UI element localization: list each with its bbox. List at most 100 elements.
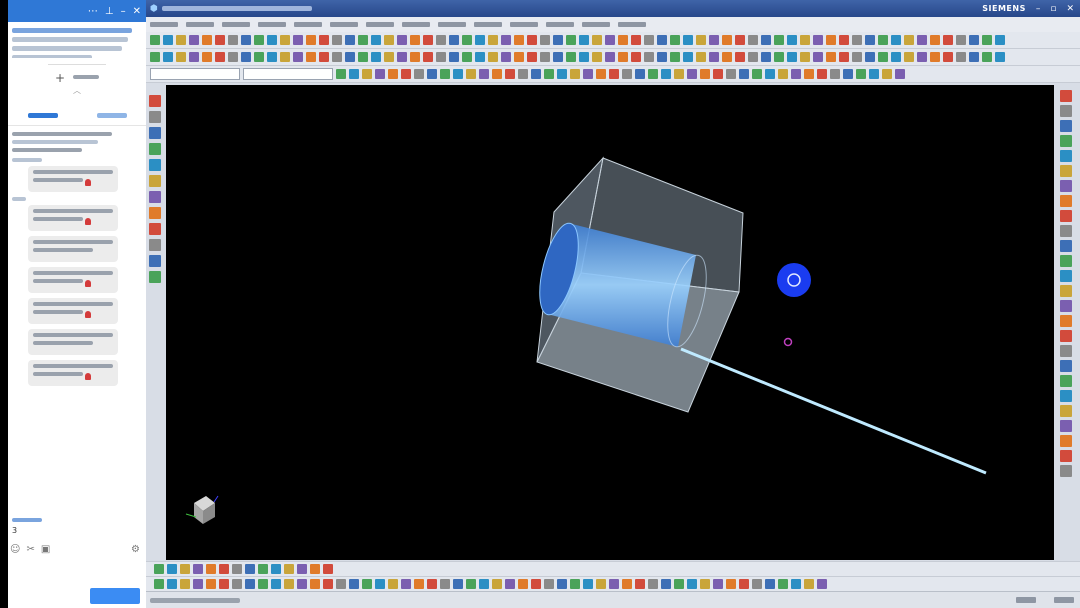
toolbar-button-icon[interactable]: [254, 35, 264, 45]
toolbar-button-icon[interactable]: [540, 35, 550, 45]
toolbar-button-icon[interactable]: [956, 52, 966, 62]
toolbar-button-icon[interactable]: [319, 35, 329, 45]
toolbar-button-icon[interactable]: [1060, 120, 1072, 132]
toolbar-button-icon[interactable]: [449, 52, 459, 62]
toolbar-button-icon[interactable]: [605, 52, 615, 62]
toolbar-button-icon[interactable]: [748, 52, 758, 62]
toolbar-button-icon[interactable]: [774, 35, 784, 45]
toolbar-button-icon[interactable]: [462, 35, 472, 45]
toolbar-button-icon[interactable]: [969, 52, 979, 62]
menu-item[interactable]: [402, 22, 430, 27]
toolbar-button-icon[interactable]: [176, 35, 186, 45]
menu-item[interactable]: [330, 22, 358, 27]
toolbar-button-icon[interactable]: [696, 52, 706, 62]
toolbar-button-icon[interactable]: [466, 579, 476, 589]
toolbar-button-icon[interactable]: [271, 564, 281, 574]
toolbar-button-icon[interactable]: [713, 579, 723, 589]
toolbar-button-icon[interactable]: [891, 52, 901, 62]
toolbar-button-icon[interactable]: [778, 579, 788, 589]
toolbar-button-icon[interactable]: [189, 52, 199, 62]
toolbar-button-icon[interactable]: [475, 35, 485, 45]
toolbar-button-icon[interactable]: [674, 69, 684, 79]
toolbar-button-icon[interactable]: [943, 52, 953, 62]
toolbar-button-icon[interactable]: [687, 579, 697, 589]
toolbar-button-icon[interactable]: [149, 207, 161, 219]
toolbar-button-icon[interactable]: [401, 579, 411, 589]
toolbar-button-icon[interactable]: [1060, 195, 1072, 207]
send-button[interactable]: [90, 588, 140, 604]
toolbar-button-icon[interactable]: [1060, 90, 1072, 102]
graphics-viewport[interactable]: [166, 85, 1054, 560]
toolbar-button-icon[interactable]: [800, 52, 810, 62]
toolbar-button-icon[interactable]: [778, 69, 788, 79]
toolbar-button-icon[interactable]: [206, 579, 216, 589]
tab-chat[interactable]: [27, 113, 58, 118]
toolbar-button-icon[interactable]: [752, 69, 762, 79]
toolbar-button-icon[interactable]: [258, 579, 268, 589]
toolbar-button-icon[interactable]: [492, 69, 502, 79]
toolbar-button-icon[interactable]: [149, 239, 161, 251]
maximize-icon[interactable]: ▫: [1050, 4, 1056, 14]
toolbar-button-icon[interactable]: [397, 52, 407, 62]
toolbar-button-icon[interactable]: [297, 564, 307, 574]
toolbar-button-icon[interactable]: [180, 564, 190, 574]
menu-item[interactable]: [186, 22, 214, 27]
menu-item[interactable]: [222, 22, 250, 27]
toolbar-button-icon[interactable]: [722, 35, 732, 45]
toolbar-button-icon[interactable]: [440, 579, 450, 589]
toolbar-button-icon[interactable]: [609, 579, 619, 589]
toolbar-button-icon[interactable]: [661, 579, 671, 589]
toolbar-button-icon[interactable]: [657, 52, 667, 62]
toolbar-button-icon[interactable]: [995, 35, 1005, 45]
minimize-icon[interactable]: –: [1036, 4, 1041, 14]
toolbar-button-icon[interactable]: [284, 564, 294, 574]
toolbar-button-icon[interactable]: [284, 579, 294, 589]
toolbar-button-icon[interactable]: [956, 35, 966, 45]
toolbar-button-icon[interactable]: [553, 35, 563, 45]
toolbar-button-icon[interactable]: [969, 35, 979, 45]
toolbar-button-icon[interactable]: [544, 69, 554, 79]
toolbar-button-icon[interactable]: [570, 69, 580, 79]
toolbar-button-icon[interactable]: [202, 52, 212, 62]
toolbar-button-icon[interactable]: [1060, 360, 1072, 372]
toolbar-button-icon[interactable]: [410, 52, 420, 62]
toolbar-button-icon[interactable]: [644, 35, 654, 45]
toolbar-button-icon[interactable]: [592, 52, 602, 62]
toolbar-button-icon[interactable]: [388, 69, 398, 79]
toolbar-button-icon[interactable]: [219, 579, 229, 589]
toolbar-button-icon[interactable]: [618, 52, 628, 62]
toolbar-button-icon[interactable]: [904, 35, 914, 45]
toolbar-button-icon[interactable]: [813, 35, 823, 45]
toolbar-button-icon[interactable]: [297, 579, 307, 589]
toolbar-button-icon[interactable]: [930, 52, 940, 62]
toolbar-button-icon[interactable]: [306, 35, 316, 45]
toolbar-button-icon[interactable]: [882, 69, 892, 79]
toolbar-button-icon[interactable]: [1060, 210, 1072, 222]
toolbar-button-icon[interactable]: [1060, 300, 1072, 312]
type-filter-select[interactable]: [150, 68, 240, 80]
toolbar-button-icon[interactable]: [267, 35, 277, 45]
toolbar-button-icon[interactable]: [1060, 270, 1072, 282]
toolbar-button-icon[interactable]: [414, 69, 424, 79]
toolbar-button-icon[interactable]: [167, 579, 177, 589]
toolbar-button-icon[interactable]: [748, 35, 758, 45]
toolbar-button-icon[interactable]: [462, 52, 472, 62]
toolbar-button-icon[interactable]: [362, 579, 372, 589]
toolbar-button-icon[interactable]: [622, 579, 632, 589]
toolbar-button-icon[interactable]: [336, 69, 346, 79]
menu-item[interactable]: [294, 22, 322, 27]
toolbar-button-icon[interactable]: [232, 564, 242, 574]
toolbar-button-icon[interactable]: [180, 579, 190, 589]
toolbar-button-icon[interactable]: [943, 35, 953, 45]
toolbar-button-icon[interactable]: [449, 35, 459, 45]
toolbar-button-icon[interactable]: [739, 69, 749, 79]
toolbar-button-icon[interactable]: [154, 579, 164, 589]
toolbar-button-icon[interactable]: [557, 579, 567, 589]
toolbar-button-icon[interactable]: [895, 69, 905, 79]
toolbar-button-icon[interactable]: [648, 579, 658, 589]
toolbar-button-icon[interactable]: [1060, 135, 1072, 147]
expand-more-button[interactable]: +: [8, 71, 146, 85]
toolbar-button-icon[interactable]: [293, 35, 303, 45]
toolbar-button-icon[interactable]: [375, 579, 385, 589]
emoji-icon[interactable]: ☺: [10, 544, 20, 555]
